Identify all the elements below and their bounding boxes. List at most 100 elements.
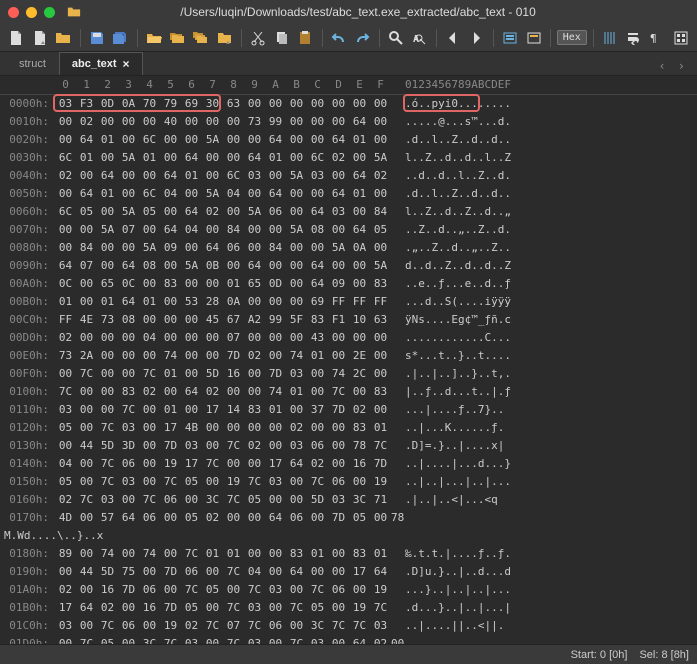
hex-byte[interactable]: 7D [160,563,181,581]
hex-row[interactable]: 01A0h:0200167D06007C05007C03007C060019..… [0,581,697,599]
hex-byte[interactable]: 00 [76,167,97,185]
hex-byte[interactable]: 00 [265,491,286,509]
ascii-cell[interactable]: .|..|..<|...<q [401,491,551,509]
hex-byte[interactable]: 00 [328,329,349,347]
hex-byte[interactable]: 7C [349,617,370,635]
hex-byte[interactable]: 00 [55,221,76,239]
hex-byte[interactable]: 00 [181,491,202,509]
hex-byte[interactable]: 00 [349,383,370,401]
hex-byte[interactable]: 05 [76,203,97,221]
hex-byte[interactable]: 5F [286,311,307,329]
ascii-cell[interactable]: .„..Z..d..„..Z.. [401,239,551,257]
hex-byte[interactable]: 00 [328,635,349,644]
hex-byte[interactable]: 53 [181,293,202,311]
hex-byte[interactable]: 01 [55,293,76,311]
hex-byte[interactable]: 00 [286,581,307,599]
hex-byte[interactable]: 00 [307,113,328,131]
hex-byte[interactable]: 01 [160,365,181,383]
hex-byte[interactable]: 05 [202,581,223,599]
hex-byte[interactable]: 7C [202,455,223,473]
ascii-cell[interactable]: ..|...K......ƒ. [401,419,551,437]
hex-byte[interactable]: 43 [307,329,328,347]
hex-byte[interactable]: 00 [139,167,160,185]
hex-row[interactable]: 0160h:027C03007C06003C7C0500005D033C71.|… [0,491,697,509]
hex-byte[interactable]: 64 [118,257,139,275]
hex-byte[interactable]: 00 [97,401,118,419]
hex-byte[interactable]: 84 [76,239,97,257]
hex-byte[interactable]: 00 [370,131,391,149]
ascii-cell[interactable]: l..Z..d..d..l..Z [401,149,551,167]
hex-byte[interactable]: 06 [139,581,160,599]
hex-byte[interactable]: 00 [328,545,349,563]
hex-byte[interactable]: 00 [139,311,160,329]
hex-byte[interactable]: 00 [139,563,160,581]
open-file-button[interactable] [53,27,74,49]
hex-byte[interactable]: 84 [265,239,286,257]
hex-byte[interactable]: 7C [244,581,265,599]
hex-byte[interactable]: 3C [139,635,160,644]
hex-byte[interactable]: 7C [181,581,202,599]
hex-byte[interactable]: 00 [139,455,160,473]
hex-byte[interactable]: 00 [370,347,391,365]
ascii-cell[interactable]: ..Z..d..„..Z..d. [401,221,551,239]
hex-byte[interactable]: 05 [370,221,391,239]
tab-next-button[interactable]: › [672,57,691,75]
new-file-dropdown[interactable] [30,27,51,49]
hex-byte[interactable]: 00 [55,239,76,257]
hex-byte[interactable]: 16 [223,365,244,383]
hex-byte[interactable]: 83 [349,545,370,563]
hex-byte[interactable]: 64 [76,599,97,617]
hex-byte[interactable]: 00 [118,347,139,365]
hex-byte[interactable]: 28 [202,293,223,311]
hex-byte[interactable]: 02 [328,149,349,167]
ascii-cell[interactable]: d..d..Z..d..d..Z [401,257,551,275]
hex-byte[interactable]: 00 [349,95,370,113]
hex-byte[interactable]: 00 [202,437,223,455]
ascii-cell[interactable]: .D]=.}..|....x| [401,437,551,455]
hex-byte[interactable]: 19 [160,455,181,473]
hex-byte[interactable]: 00 [265,635,286,644]
hex-byte[interactable]: 06 [265,203,286,221]
hex-byte[interactable]: 00 [223,383,244,401]
ascii-cell[interactable]: ..d..d..l..Z..d. [401,167,551,185]
hex-byte[interactable]: 00 [97,203,118,221]
hex-byte[interactable]: 00 [55,635,76,644]
hex-byte[interactable]: 00 [223,113,244,131]
hex-byte[interactable]: 00 [286,131,307,149]
hex-row[interactable]: 00E0h:732A0000007400007D02007401002E00s*… [0,347,697,365]
hex-byte[interactable]: 00 [244,545,265,563]
paste-button[interactable] [295,27,316,49]
hex-byte[interactable]: 63 [370,311,391,329]
hex-byte[interactable]: 4E [76,311,97,329]
hex-byte[interactable]: 02 [97,599,118,617]
hex-byte[interactable]: 00 [181,347,202,365]
close-icon[interactable]: × [123,57,130,71]
hex-row[interactable]: 0060h:6C05005A05006402005A060064030084l.… [0,203,697,221]
hex-byte[interactable]: 06 [328,581,349,599]
hex-byte[interactable]: 03 [244,167,265,185]
hex-byte[interactable]: 00 [202,563,223,581]
hex-byte[interactable]: 73 [97,311,118,329]
hex-byte[interactable]: 00 [223,203,244,221]
hex-byte[interactable]: 00 [139,113,160,131]
hex-byte[interactable]: 00 [370,365,391,383]
hex-byte[interactable]: 05 [349,509,370,527]
hex-byte[interactable]: 00 [76,473,97,491]
hex-byte[interactable]: 00 [202,329,223,347]
hex-byte[interactable]: 7C [244,473,265,491]
hex-byte[interactable]: 00 [286,275,307,293]
hex-byte[interactable]: 70 [139,95,160,113]
hex-byte[interactable]: 6C [55,203,76,221]
hex-byte[interactable]: 74 [97,545,118,563]
hex-byte[interactable]: 64 [244,257,265,275]
hex-byte[interactable]: 00 [244,509,265,527]
hex-byte[interactable]: 01 [265,401,286,419]
hex-byte[interactable]: 00 [55,113,76,131]
hex-byte[interactable]: 06 [139,509,160,527]
hex-byte[interactable]: 02 [370,635,391,644]
hex-byte[interactable]: 00 [286,203,307,221]
hex-byte[interactable]: 00 [391,635,401,644]
hex-byte[interactable]: 83 [118,383,139,401]
hex-byte[interactable]: 02 [139,383,160,401]
hex-row[interactable]: 0180h:8900740074007C010100008301008301‰.… [0,545,697,563]
